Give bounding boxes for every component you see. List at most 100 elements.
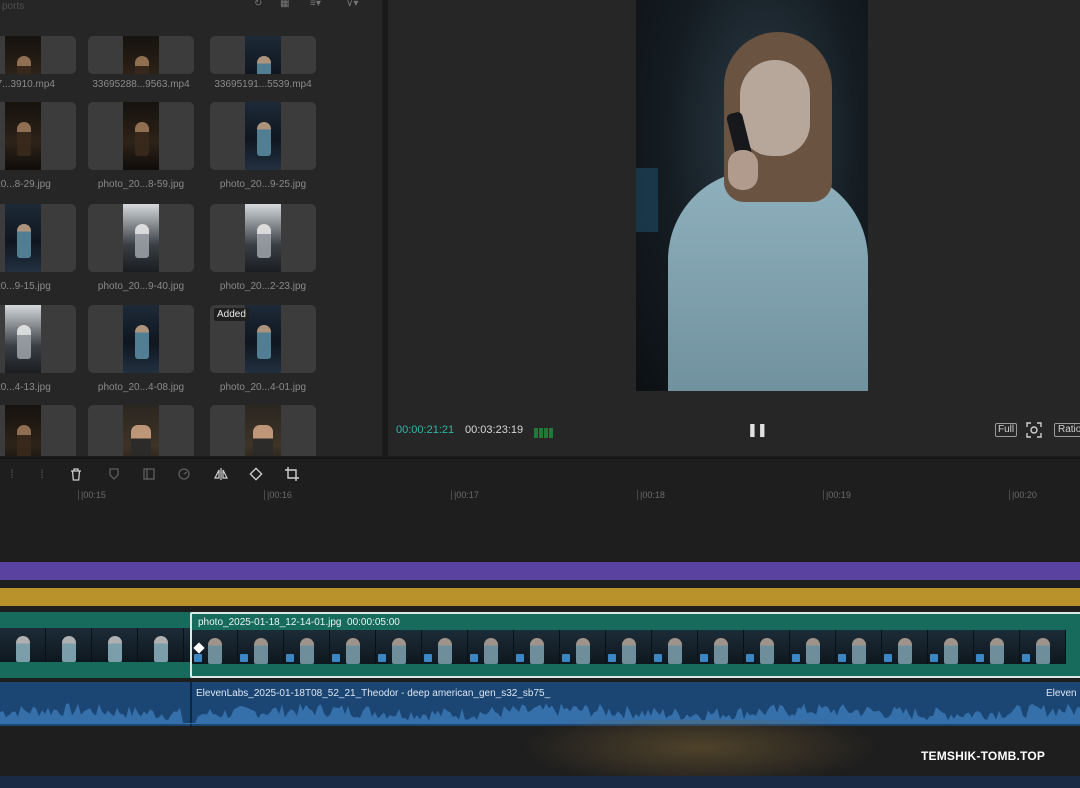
film-frame (744, 630, 790, 664)
preview-figure-face (740, 60, 810, 156)
grid-view-icon[interactable]: ▦ (280, 0, 289, 9)
preview-panel: 00:00:21:21 00:03:23:19 ❚❚ Full Ratio (388, 0, 1080, 456)
media-item[interactable]: photo_20...9-40.jpg (88, 204, 194, 292)
watermark: TEMSHIK-TOMB.TOP (921, 749, 1046, 763)
current-timecode: 00:00:21:21 (396, 424, 455, 436)
media-item[interactable]: 20...4-13.jpg (0, 305, 76, 393)
film-frame (1020, 630, 1066, 664)
thumbnail-image (245, 36, 281, 74)
film-frame (330, 630, 376, 664)
thumbnail-image (5, 305, 41, 373)
split-right-icon[interactable]: ⁞ (34, 466, 50, 482)
frame-marker-icon (470, 654, 478, 662)
media-thumbnail (210, 204, 316, 272)
media-item[interactable]: photo_20...9-25.jpg (210, 102, 316, 190)
full-button[interactable]: Full (995, 423, 1018, 437)
video-clip-previous[interactable] (0, 612, 190, 678)
media-item[interactable]: photo_20...8-59.jpg (88, 102, 194, 190)
mark-icon[interactable] (106, 466, 122, 482)
media-thumbnail (88, 204, 194, 272)
film-frame (606, 630, 652, 664)
pause-icon: ❚❚ (747, 422, 768, 437)
film-frame (652, 630, 698, 664)
preview-controls: 00:00:21:21 00:03:23:19 ❚❚ Full Ratio (388, 418, 1080, 442)
ruler-tick: |00:15 (78, 490, 106, 500)
media-item-name: 20...9-15.jpg (0, 281, 51, 292)
frame-marker-icon (976, 654, 984, 662)
thumbnail-image (123, 36, 159, 74)
media-item-name: 07...3910.mp4 (0, 79, 55, 90)
zoom-fit-icon[interactable] (1026, 422, 1042, 438)
frame-marker-icon (700, 654, 708, 662)
media-item[interactable]: photo_20...2-23.jpg (210, 204, 316, 292)
media-thumbnail (0, 405, 76, 456)
speed-icon[interactable] (176, 466, 192, 482)
sort-icon[interactable]: ≡▾ (310, 0, 321, 9)
rotate-icon[interactable] (248, 466, 264, 482)
film-frame (468, 630, 514, 664)
frame-marker-icon (194, 654, 202, 662)
media-thumbnail (0, 36, 76, 74)
media-item[interactable]: Added photo_20...4-01.jpg (210, 305, 316, 393)
frame-marker-icon (424, 654, 432, 662)
video-preview[interactable] (636, 0, 868, 391)
film-frame (376, 630, 422, 664)
frame-marker-icon (378, 654, 386, 662)
thumbnail-image (245, 405, 281, 456)
film-frame (46, 628, 92, 662)
refresh-icon[interactable]: ↻ (254, 0, 262, 9)
film-frame (284, 630, 330, 664)
thumbnail-image (5, 36, 41, 74)
frame-marker-icon (746, 654, 754, 662)
frame-marker-icon (286, 654, 294, 662)
timeline-ruler[interactable]: |00:15 |00:16 |00:17 |00:18 |00:19 |00:2… (0, 488, 1080, 510)
thumbnail-image (245, 204, 281, 272)
clip-name: photo_2025-01-18_12-14-01.jpg (198, 617, 342, 628)
media-item-name: 33695191...5539.mp4 (214, 79, 312, 90)
frame-marker-icon (1022, 654, 1030, 662)
ratio-button[interactable]: Ratio (1054, 423, 1080, 437)
crop-icon[interactable] (284, 466, 300, 482)
preview-figure-body (668, 170, 868, 391)
text-track-clip[interactable] (0, 588, 1080, 606)
video-clip-selected[interactable]: photo_2025-01-18_12-14-01.jpg 00:00:05:0… (190, 612, 1080, 678)
delete-icon[interactable] (68, 466, 84, 482)
frame-marker-icon (884, 654, 892, 662)
media-item[interactable] (88, 405, 194, 456)
thumbnail-image (245, 305, 281, 373)
thumbnail-image (123, 204, 159, 272)
media-thumbnail (210, 36, 316, 74)
frame-marker-icon (930, 654, 938, 662)
thumbnail-image (5, 204, 41, 272)
mirror-icon[interactable] (213, 466, 229, 482)
film-frame (560, 630, 606, 664)
frame-marker-icon (838, 654, 846, 662)
freeze-icon[interactable] (141, 466, 157, 482)
pause-button[interactable]: ❚❚ (747, 422, 768, 438)
film-frame (422, 630, 468, 664)
media-item[interactable]: photo_20...4-08.jpg (88, 305, 194, 393)
media-item[interactable] (0, 405, 76, 456)
split-icon[interactable]: ⁞ (4, 466, 20, 482)
thumbnail-image (123, 305, 159, 373)
media-tab-label[interactable]: ports (2, 1, 24, 12)
film-frame (790, 630, 836, 664)
film-frame (698, 630, 744, 664)
filter-icon[interactable]: ⊽▾ (346, 0, 358, 9)
effect-track-clip[interactable] (0, 562, 1080, 580)
media-thumbnail (88, 405, 194, 456)
media-item[interactable]: 20...8-29.jpg (0, 102, 76, 190)
film-frame (882, 630, 928, 664)
media-item[interactable] (210, 405, 316, 456)
ruler-tick: |00:17 (451, 490, 479, 500)
frame-marker-icon (516, 654, 524, 662)
media-item[interactable]: 20...9-15.jpg (0, 204, 76, 292)
media-item-name: photo_20...8-59.jpg (97, 179, 185, 190)
added-badge: Added (214, 308, 249, 321)
ruler-tick: |00:20 (1009, 490, 1037, 500)
media-thumbnail (88, 36, 194, 74)
film-frame (836, 630, 882, 664)
film-frame (92, 628, 138, 662)
film-frame (138, 628, 184, 662)
thumbnail-image (5, 405, 41, 456)
